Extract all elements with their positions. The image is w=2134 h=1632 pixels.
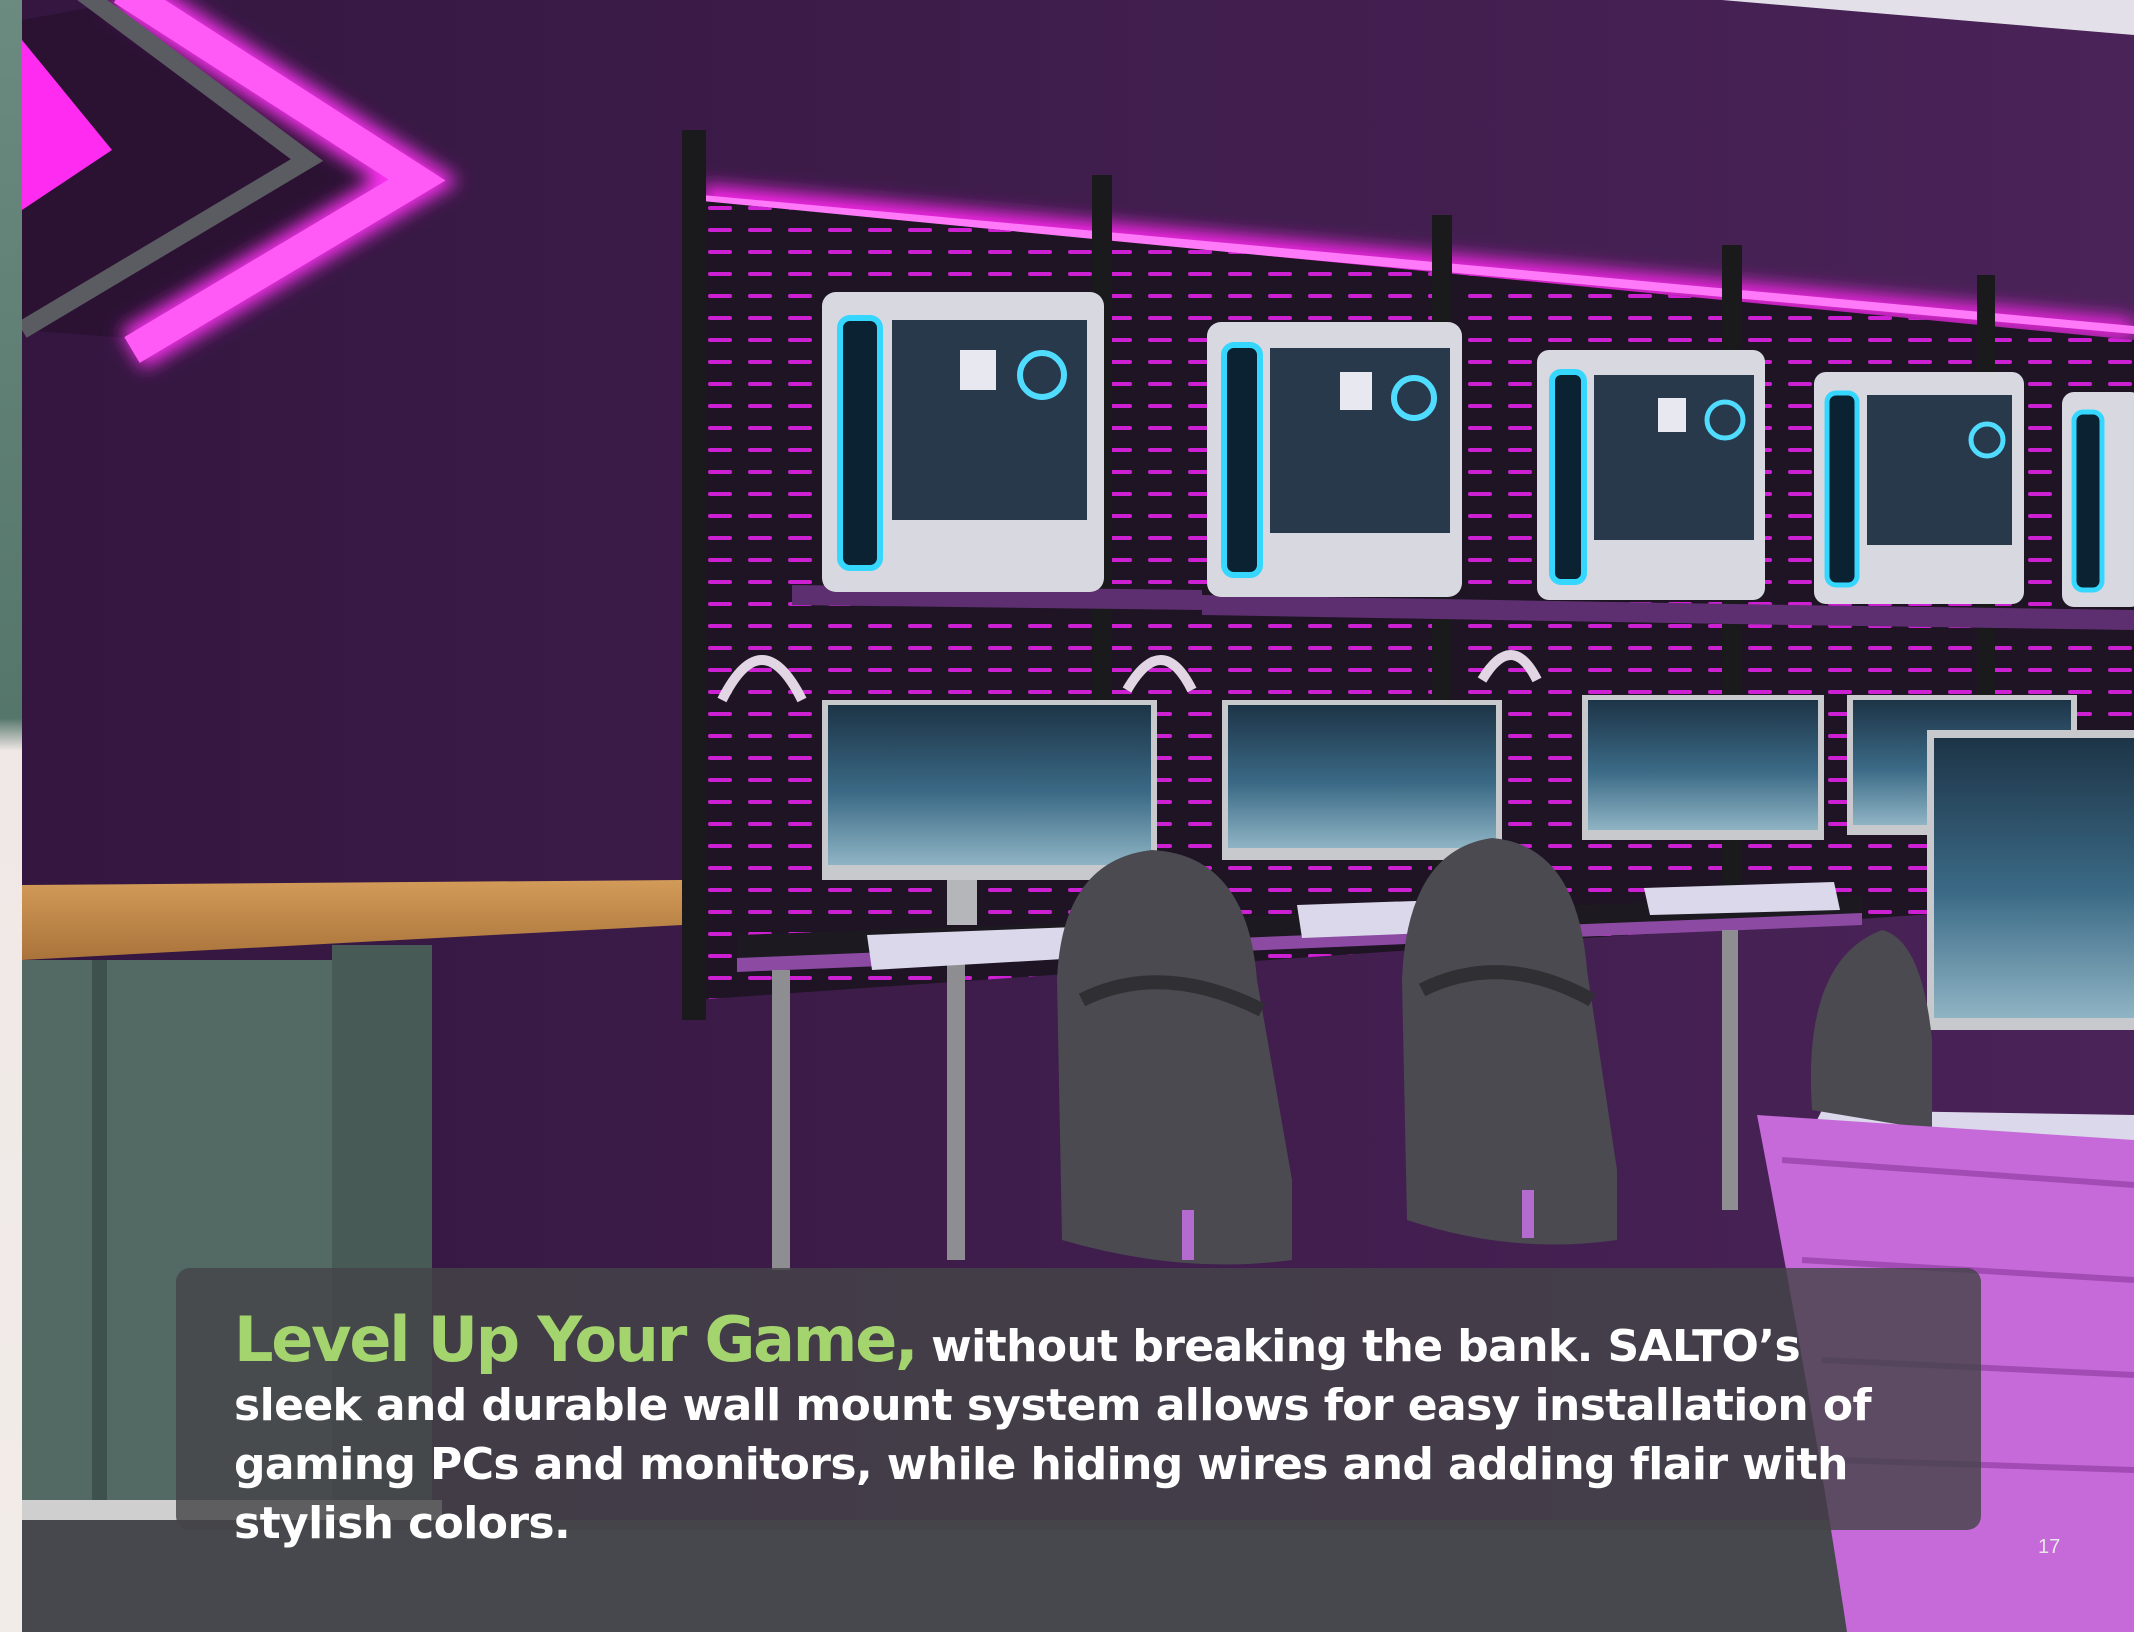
caption-box: Level Up Your Game, without breaking the… [176,1268,1981,1549]
caption-headline: Level Up Your Game, [234,1303,919,1376]
page-number: 17 [2038,1536,2061,1558]
caption-paragraph: Level Up Your Game, without breaking the… [234,1309,1923,1553]
adjacent-page-edge [0,0,22,1632]
